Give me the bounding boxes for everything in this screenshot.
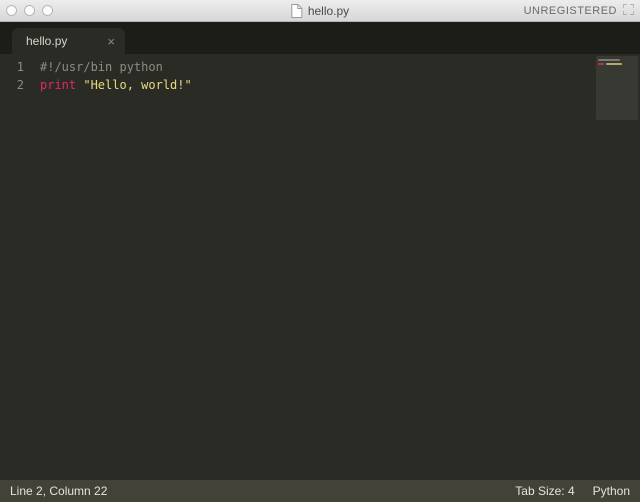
tab-hello-py[interactable]: hello.py × — [12, 28, 125, 54]
status-cursor-position[interactable]: Line 2, Column 22 — [10, 484, 497, 498]
traffic-lights — [6, 5, 53, 16]
code-line: print "Hello, world!" — [40, 76, 640, 94]
tab-bar: hello.py × — [0, 22, 640, 54]
editor-area[interactable]: 1 2 #!/usr/bin python print "Hello, world… — [0, 54, 640, 480]
window-titlebar: hello.py UNREGISTERED — [0, 0, 640, 22]
expand-icon[interactable] — [623, 4, 634, 18]
code-line: #!/usr/bin python — [40, 58, 640, 76]
token-keyword: print — [40, 78, 76, 92]
minimap-line — [606, 63, 622, 65]
minimize-window-button[interactable] — [24, 5, 35, 16]
close-window-button[interactable] — [6, 5, 17, 16]
registration-status: UNREGISTERED — [524, 5, 617, 17]
minimap-line — [598, 59, 620, 61]
token-comment: #!/usr/bin python — [40, 60, 163, 74]
line-number: 1 — [0, 58, 34, 76]
status-tab-size[interactable]: Tab Size: 4 — [515, 484, 574, 498]
title-right: UNREGISTERED — [524, 4, 634, 18]
code-content[interactable]: #!/usr/bin python print "Hello, world!" — [34, 54, 640, 480]
close-icon[interactable]: × — [107, 35, 115, 48]
window-title-text: hello.py — [308, 4, 349, 18]
line-number: 2 — [0, 76, 34, 94]
status-language[interactable]: Python — [593, 484, 630, 498]
minimap[interactable] — [596, 56, 638, 120]
line-gutter: 1 2 — [0, 54, 34, 480]
file-icon — [291, 4, 303, 18]
status-bar: Line 2, Column 22 Tab Size: 4 Python — [0, 480, 640, 502]
window-title: hello.py — [291, 4, 349, 18]
minimap-line — [598, 63, 604, 65]
tab-label: hello.py — [26, 34, 67, 48]
zoom-window-button[interactable] — [42, 5, 53, 16]
token-string: "Hello, world!" — [83, 78, 191, 92]
